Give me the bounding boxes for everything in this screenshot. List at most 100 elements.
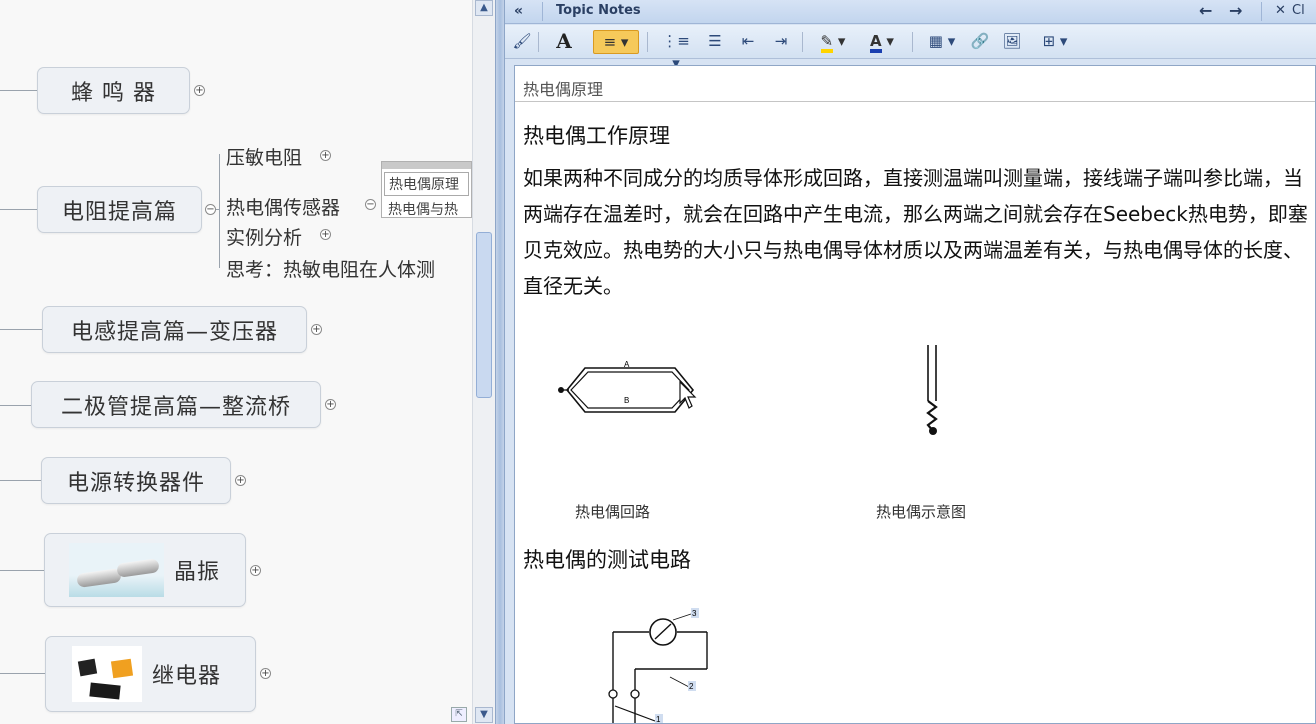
font-color-icon[interactable]: A ▾ bbox=[861, 30, 903, 54]
mouse-cursor-icon bbox=[679, 381, 697, 409]
subtopic-label: 实例分析 bbox=[226, 227, 303, 249]
toolbar-separator bbox=[647, 32, 648, 52]
expand-plus-icon[interactable]: + bbox=[260, 668, 271, 679]
relay-part-icon bbox=[110, 658, 134, 679]
topic-label: 晶振 bbox=[174, 560, 221, 585]
titlebar-divider bbox=[542, 2, 543, 21]
topic-relay[interactable]: 继电器 bbox=[45, 636, 256, 712]
loop-label-a: A bbox=[624, 360, 630, 369]
expand-plus-icon[interactable]: + bbox=[320, 150, 331, 161]
expand-plus-icon[interactable]: + bbox=[250, 565, 261, 576]
expand-plus-icon[interactable]: + bbox=[235, 475, 246, 486]
map-corner-resize-icon[interactable]: ⇱ bbox=[451, 707, 467, 722]
crystal-image bbox=[69, 543, 164, 597]
subtopic-example-analysis[interactable]: 实例分析 bbox=[226, 223, 302, 250]
topic-diode-bridge[interactable]: 二极管提高篇—整流桥 bbox=[31, 381, 321, 428]
topic-label: 蜂 鸣 器 bbox=[71, 80, 156, 106]
titlebar-divider bbox=[1261, 2, 1262, 21]
forward-arrow-icon[interactable]: → bbox=[1229, 1, 1242, 20]
note-preview-header bbox=[382, 162, 471, 169]
caption-loop: 热电偶回路 bbox=[575, 503, 651, 521]
caption-schematic: 热电偶示意图 bbox=[876, 503, 967, 521]
highlight-icon[interactable]: ✎ ▾ bbox=[811, 30, 855, 54]
subtopic-bracket bbox=[219, 154, 220, 268]
bullet-list-icon[interactable]: ☰ bbox=[704, 30, 726, 54]
crystal-part-icon bbox=[76, 568, 122, 588]
circuit-label: 3 bbox=[692, 609, 697, 618]
topic-power-converter[interactable]: 电源转换器件 bbox=[41, 457, 231, 504]
font-icon[interactable]: A bbox=[553, 30, 575, 54]
numbered-list-icon[interactable]: ⋮≡ ▾ bbox=[657, 30, 695, 72]
topic-inductor-transformer[interactable]: 电感提高篇—变压器 bbox=[42, 306, 307, 353]
thermocouple-probe-diagram bbox=[926, 345, 938, 435]
topic-label: 电感提高篇—变压器 bbox=[70, 319, 278, 345]
connector-line bbox=[0, 209, 37, 210]
topic-crystal[interactable]: 晶振 bbox=[44, 533, 246, 607]
collapse-minus-icon[interactable]: − bbox=[365, 199, 376, 210]
align-left-icon[interactable]: ≡ ▾ bbox=[593, 30, 639, 54]
pane-splitter[interactable] bbox=[495, 0, 505, 724]
topic-resistor[interactable]: 电阻提高篇 bbox=[37, 186, 202, 233]
subtopic-thinking[interactable]: 思考：热敏电阻在人体测 bbox=[226, 255, 435, 282]
image-icon[interactable]: 🖼 bbox=[1000, 30, 1024, 54]
topic-label: 继电器 bbox=[152, 664, 222, 689]
decrease-indent-icon[interactable]: ⇤ bbox=[736, 30, 760, 54]
subtopic-label: 压敏电阻 bbox=[226, 147, 303, 169]
topic-label: 二极管提高篇—整流桥 bbox=[60, 394, 291, 420]
expand-plus-icon[interactable]: + bbox=[320, 229, 331, 240]
close-icon[interactable]: ✕ bbox=[1275, 3, 1286, 18]
close-label[interactable]: Cl bbox=[1292, 3, 1305, 18]
connector-line bbox=[0, 405, 31, 406]
scroll-down-arrow-icon[interactable]: ▼ bbox=[475, 707, 493, 723]
note-preview-card[interactable]: 热电偶原理 热电偶与热 bbox=[381, 161, 472, 218]
connector-line bbox=[216, 209, 220, 210]
thermocouple-loop-diagram: A B bbox=[558, 360, 695, 413]
collapse-minus-icon[interactable]: − bbox=[205, 204, 216, 215]
notes-document[interactable]: 热电偶原理 热电偶工作原理 如果两种不同成分的均质导体形成回路，直接测温端叫测量… bbox=[514, 65, 1316, 724]
notes-heading: 热电偶工作原理 bbox=[523, 124, 670, 148]
expand-plus-icon[interactable]: + bbox=[325, 399, 336, 410]
connector-line bbox=[0, 570, 44, 571]
link-icon[interactable]: 🔗 bbox=[967, 30, 993, 54]
increase-indent-icon[interactable]: ⇥ bbox=[769, 30, 793, 54]
scroll-thumb[interactable] bbox=[476, 232, 492, 398]
note-preview-line2: 热电偶与热 bbox=[388, 202, 458, 218]
back-arrow-icon[interactable]: ← bbox=[1199, 1, 1212, 20]
relay-part-icon bbox=[89, 682, 121, 700]
relay-image bbox=[72, 646, 142, 702]
connector-line bbox=[0, 329, 42, 330]
connector-line bbox=[0, 480, 41, 481]
toolbar-separator bbox=[802, 32, 803, 52]
topic-label: 电源转换器件 bbox=[66, 470, 205, 496]
toolbar-separator bbox=[912, 32, 913, 52]
notes-paragraph: 如果两种不同成分的均质导体形成回路，直接测温端叫测量端，接线端子端叫参比端，当两… bbox=[523, 166, 1308, 298]
collapse-panel-icon[interactable]: « bbox=[514, 3, 523, 19]
notes-doc-title[interactable]: 热电偶原理 bbox=[515, 66, 1315, 102]
circuit-label: 1 bbox=[656, 715, 661, 724]
topic-notes-panel: « Topic Notes ← → ✕ Cl 🖌 A ≡ ▾ ⋮≡ ▾ ☰ ⇤ … bbox=[505, 0, 1316, 724]
expand-plus-icon[interactable]: + bbox=[194, 85, 205, 96]
connector-line bbox=[0, 673, 45, 674]
crystal-part-icon bbox=[116, 558, 160, 578]
toolbar-separator bbox=[538, 32, 539, 52]
mind-map-canvas[interactable]: 蜂 鸣 器 + 电阻提高篇 − 压敏电阻 + 热电偶传感器 − 热电偶原理 热电… bbox=[0, 0, 472, 724]
subtopic-thermocouple[interactable]: 热电偶传感器 bbox=[226, 193, 340, 220]
circuit-label: 2 bbox=[689, 682, 694, 691]
subtopic-varistor[interactable]: 压敏电阻 bbox=[226, 143, 302, 170]
insert-field-icon[interactable]: ⊞ ▾ bbox=[1034, 30, 1076, 54]
expand-plus-icon[interactable]: + bbox=[311, 324, 322, 335]
topic-label: 电阻提高篇 bbox=[61, 199, 177, 225]
notes-titlebar: « Topic Notes ← → ✕ Cl bbox=[505, 0, 1316, 24]
relay-part-icon bbox=[77, 658, 98, 677]
loop-label-b: B bbox=[624, 396, 629, 405]
scroll-up-arrow-icon[interactable]: ▲ bbox=[475, 0, 493, 16]
topic-buzzer[interactable]: 蜂 鸣 器 bbox=[37, 67, 190, 114]
notes-panel-title: Topic Notes bbox=[556, 3, 641, 18]
notes-heading: 热电偶的测试电路 bbox=[523, 548, 691, 572]
formatting-toolbar: 🖌 A ≡ ▾ ⋮≡ ▾ ☰ ⇤ ⇥ ✎ ▾ A ▾ ▦ ▾ 🔗 🖼 ⊞ ▾ bbox=[505, 25, 1316, 72]
format-painter-icon[interactable]: 🖌 bbox=[511, 30, 533, 54]
note-preview-line1: 热电偶原理 bbox=[384, 172, 469, 196]
table-icon[interactable]: ▦ ▾ bbox=[922, 30, 962, 54]
map-vertical-scrollbar[interactable]: ▲ ▼ bbox=[472, 0, 495, 724]
subtopic-label: 热电偶传感器 bbox=[226, 197, 341, 219]
